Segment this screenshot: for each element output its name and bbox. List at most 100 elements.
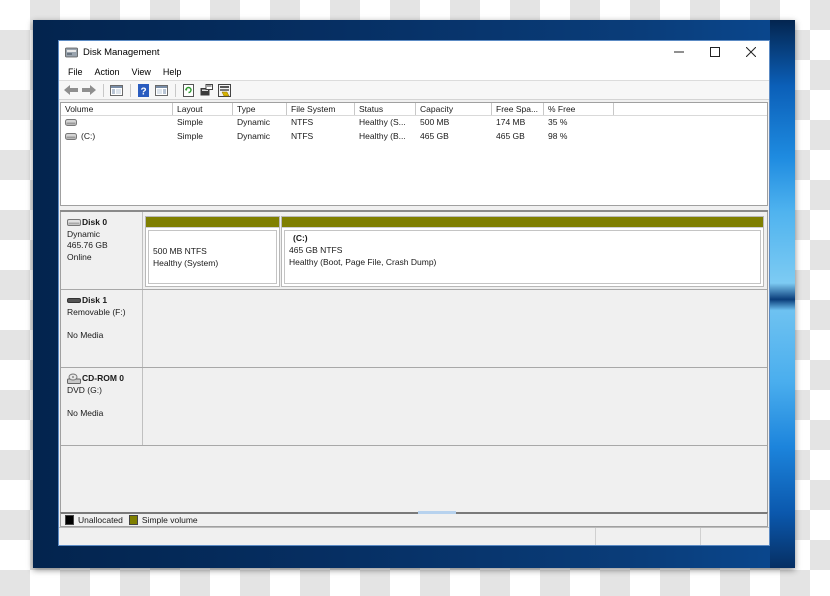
- back-arrow-icon: [64, 85, 78, 95]
- column-header-volume[interactable]: Volume: [61, 103, 173, 115]
- toolbar-separator: [130, 83, 131, 97]
- volume-drive-icon: [65, 132, 77, 140]
- disk-label-disk-0[interactable]: Disk 0 Dynamic 465.76 GB Online: [61, 212, 143, 289]
- show-hide-action-pane-icon: [154, 84, 168, 96]
- type-cell: Dynamic: [237, 117, 271, 127]
- removable-disk-icon: [67, 298, 81, 304]
- show-hide-console-tree-icon: [109, 84, 123, 96]
- column-header-file-system[interactable]: File System: [287, 103, 355, 115]
- volume-drive-icon: [65, 119, 77, 127]
- disk-partitions-disk-1: [143, 290, 767, 367]
- column-header-filler: [614, 103, 767, 115]
- close-button[interactable]: [733, 41, 769, 63]
- menu-file[interactable]: File: [62, 67, 89, 77]
- layout-cell: Simple: [177, 117, 203, 127]
- close-icon: [746, 47, 756, 57]
- rescan-disks-button[interactable]: [216, 82, 232, 98]
- disk-size: [67, 396, 142, 408]
- volume-cell: (C:): [61, 130, 173, 144]
- partition-status: Healthy (Boot, Page File, Crash Dump): [289, 257, 437, 267]
- type-cell: Dynamic: [237, 130, 271, 141]
- volume-list-header: Volume Layout Type File System Status Ca…: [61, 103, 767, 116]
- legend-swatch-simple-volume: [128, 515, 138, 525]
- partition-status: Healthy (System): [153, 258, 219, 268]
- status-bar-section: [596, 528, 701, 545]
- legend-label-simple-volume: Simple volume: [141, 515, 198, 525]
- desktop-light-beam: [770, 20, 795, 568]
- disk-management-window: Disk Management File Action View Help ? …: [58, 40, 770, 546]
- menu-action[interactable]: Action: [89, 67, 126, 77]
- properties-icon: [200, 84, 213, 96]
- disk-status: Online: [67, 251, 92, 262]
- window-controls: [661, 41, 769, 63]
- capacity-cell: 500 MB: [420, 117, 450, 127]
- disk-status: No Media: [67, 407, 104, 418]
- disk-partitions-cd-rom-0: [143, 368, 767, 445]
- disk-name-row: Disk 0: [67, 217, 142, 229]
- show-hide-console-tree-button[interactable]: [108, 82, 124, 98]
- rescan-disks-icon: [217, 83, 231, 97]
- disk-type: Dynamic: [67, 228, 101, 239]
- partition-c-drive[interactable]: (C:) 465 GB NTFS Healthy (Boot, Page Fil…: [281, 216, 764, 287]
- refresh-button[interactable]: [180, 82, 196, 98]
- partition-system[interactable]: 500 MB NTFS Healthy (System): [145, 216, 280, 287]
- table-row[interactable]: Simple Dynamic NTFS Healthy (S... 500 MB…: [61, 116, 767, 130]
- menu-help[interactable]: Help: [157, 67, 188, 77]
- disk-size: [67, 318, 142, 330]
- disk-label-disk-1[interactable]: Disk 1 Removable (F:) No Media: [61, 290, 143, 367]
- column-header-percent-free[interactable]: % Free: [544, 103, 614, 115]
- properties-button[interactable]: [198, 82, 214, 98]
- table-row[interactable]: (C:) Simple Dynamic NTFS Healthy (B... 4…: [61, 130, 767, 144]
- help-button[interactable]: ?: [135, 82, 151, 98]
- column-header-capacity[interactable]: Capacity: [416, 103, 492, 115]
- menu-view[interactable]: View: [126, 67, 157, 77]
- disk-status: No Media: [67, 329, 104, 340]
- status-cell: Healthy (S...: [359, 117, 406, 127]
- forward-arrow-icon: [82, 85, 96, 95]
- hard-disk-icon: [67, 219, 81, 227]
- simple-volume-bar: [146, 217, 279, 228]
- partition-content: (C:) 465 GB NTFS Healthy (Boot, Page Fil…: [284, 230, 761, 284]
- status-bar-section: [701, 528, 769, 545]
- percent-free-cell: 98 %: [548, 130, 568, 141]
- percent-free-cell: 35 %: [548, 117, 568, 127]
- column-header-type[interactable]: Type: [233, 103, 287, 115]
- forward-button[interactable]: [81, 82, 97, 98]
- disk-name: CD-ROM 0: [82, 373, 125, 383]
- minimize-button[interactable]: [661, 41, 697, 63]
- volume-name: (C:): [81, 130, 96, 141]
- toolbar: ?: [59, 81, 769, 100]
- partition-size: 500 MB NTFS: [153, 246, 207, 256]
- disk-label-cd-rom-0[interactable]: CD-ROM 0 DVD (G:) No Media: [61, 368, 143, 445]
- horizontal-scrollbar-thumb[interactable]: [418, 511, 456, 514]
- maximize-icon: [710, 47, 720, 57]
- column-header-free-space[interactable]: Free Spa...: [492, 103, 544, 115]
- show-hide-action-pane-button[interactable]: [153, 82, 169, 98]
- status-cell: Healthy (B...: [359, 130, 406, 141]
- column-header-status[interactable]: Status: [355, 103, 416, 115]
- maximize-button[interactable]: [697, 41, 733, 63]
- disk-name-row: Disk 1: [67, 295, 142, 307]
- disk-name-row: CD-ROM 0: [67, 373, 142, 385]
- disk-size: 465.76 GB: [67, 240, 108, 250]
- window-title: Disk Management: [83, 46, 160, 58]
- simple-volume-bar: [282, 217, 763, 228]
- volume-list: Volume Layout Type File System Status Ca…: [60, 102, 768, 206]
- disk-map-empty-area: [61, 446, 767, 512]
- layout-cell: Simple: [177, 130, 203, 141]
- disk-type: DVD (G:): [67, 384, 102, 395]
- partition-size: 465 GB NTFS: [289, 245, 343, 255]
- disk-row-disk-1: Disk 1 Removable (F:) No Media: [61, 290, 767, 368]
- cd-rom-icon: [67, 373, 81, 385]
- disk-type: Removable (F:): [67, 306, 126, 317]
- disk-map-pane: Disk 0 Dynamic 465.76 GB Online 500 MB N…: [60, 212, 768, 512]
- disk-row-cd-rom-0: CD-ROM 0 DVD (G:) No Media: [61, 368, 767, 446]
- disk-row-disk-0: Disk 0 Dynamic 465.76 GB Online 500 MB N…: [61, 212, 767, 290]
- file-system-cell: NTFS: [291, 130, 314, 141]
- partition-content: 500 MB NTFS Healthy (System): [148, 230, 277, 284]
- title-bar[interactable]: Disk Management: [59, 41, 769, 63]
- back-button[interactable]: [63, 82, 79, 98]
- toolbar-separator: [103, 83, 104, 97]
- legend: Unallocated Simple volume: [60, 511, 768, 527]
- column-header-layout[interactable]: Layout: [173, 103, 233, 115]
